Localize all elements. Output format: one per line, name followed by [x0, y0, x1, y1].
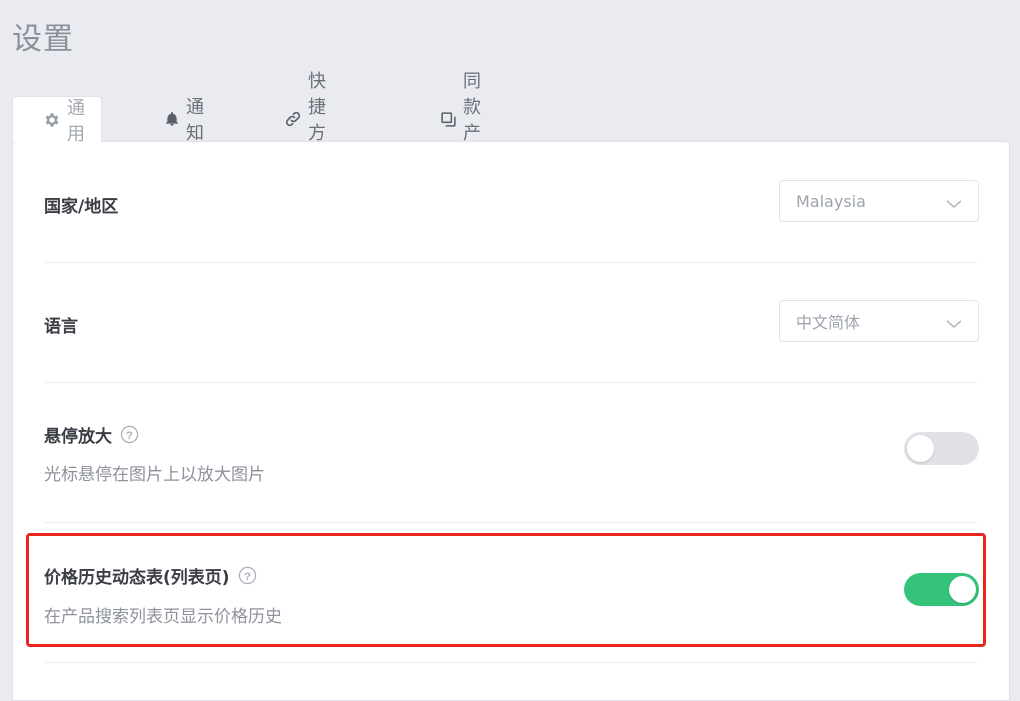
- chevron-down-icon: [946, 195, 962, 214]
- gear-icon: [43, 111, 61, 129]
- divider: [44, 662, 978, 663]
- hover-zoom-row-title: 悬停放大?: [44, 422, 139, 449]
- hover-zoom-label: 悬停放大: [44, 427, 112, 447]
- divider: [44, 522, 978, 523]
- link-icon: [284, 110, 302, 128]
- toggle-knob: [907, 435, 934, 462]
- help-icon[interactable]: ?: [120, 425, 139, 449]
- chevron-down-icon: [946, 315, 962, 334]
- hover-zoom-toggle[interactable]: [904, 432, 979, 465]
- language-label: 语言: [44, 317, 78, 337]
- divider: [44, 382, 978, 383]
- language-select[interactable]: 中文简体: [779, 300, 979, 342]
- page-title: 设置: [12, 22, 74, 57]
- language-select-value: 中文简体: [796, 313, 861, 332]
- bell-icon: [164, 110, 180, 128]
- hover-zoom-description: 光标悬停在图片上以放大图片: [44, 465, 265, 485]
- divider: [44, 262, 978, 263]
- tab-general[interactable]: 通用: [12, 96, 102, 145]
- country-select-value: Malaysia: [796, 191, 866, 211]
- tab-general-label: 通用: [67, 97, 85, 145]
- tab-shortcuts[interactable]: 快捷方式: [284, 71, 326, 170]
- country-select[interactable]: Malaysia: [779, 180, 979, 222]
- tab-similar-products[interactable]: 同款产品: [440, 71, 481, 170]
- tab-notifications[interactable]: 通知: [164, 96, 204, 144]
- copy-icon: [440, 111, 457, 128]
- country-label: 国家/地区: [44, 197, 119, 217]
- highlight-annotation-box: [26, 533, 986, 647]
- tab-notifications-label: 通知: [186, 97, 204, 144]
- svg-text:?: ?: [126, 430, 133, 442]
